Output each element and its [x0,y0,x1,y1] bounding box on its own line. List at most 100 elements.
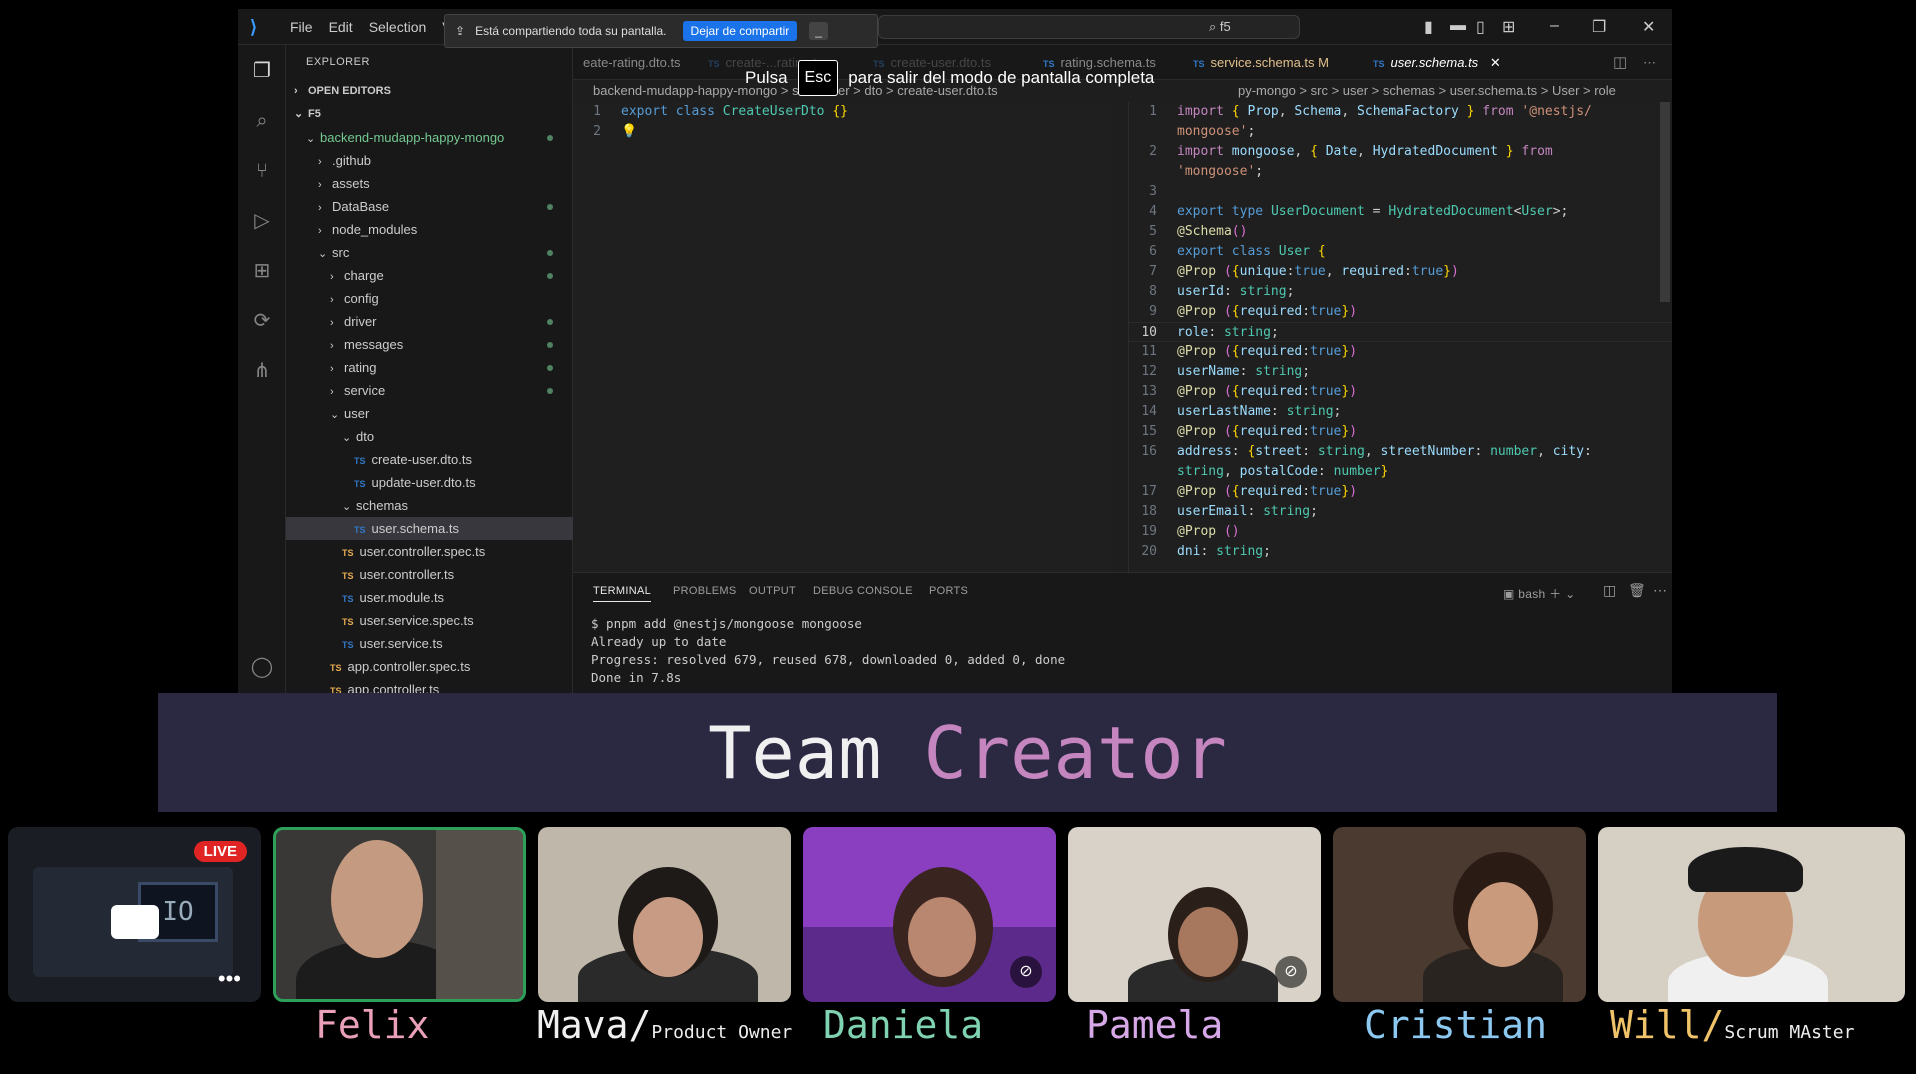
menu-file[interactable]: File [282,19,321,35]
tab-problems[interactable]: PROBLEMS [673,585,737,597]
editor-pane-left[interactable]: 1 export class CreateUserDto {} 2 💡 [573,102,1113,572]
trash-icon[interactable]: 🗑 [1628,582,1646,599]
tree-item[interactable]: › assets [286,172,573,195]
hide-bar-button[interactable]: _ [809,22,828,40]
background [436,830,523,999]
tree-item[interactable]: › config [286,287,573,310]
tree-item[interactable]: › DataBase [286,195,573,218]
modified-dot-icon [547,365,553,371]
tree-item-label: app.controller.spec.ts [347,659,471,674]
tab-debug-console[interactable]: DEBUG CONSOLE [813,585,913,597]
tree-item[interactable]: TS user.module.ts [286,586,573,609]
menu-selection[interactable]: Selection [361,19,435,35]
editor-pane-right[interactable]: 1 import { Prop, Schema, SchemaFactory } … [1128,102,1672,572]
tree-item-label: DataBase [332,199,390,214]
chevron-right-icon: › [330,271,334,283]
remote-icon[interactable]: ⟳ [250,309,274,333]
name-text: Felix [315,1003,430,1047]
tree-item[interactable]: ⌄ src [286,241,573,264]
participant-tile-pamela[interactable]: ⊘ [1068,827,1321,1002]
tab-close-icon[interactable]: ✕ [1490,55,1501,70]
menu-edit[interactable]: Edit [321,19,361,35]
more-options-icon[interactable]: ••• [218,966,241,992]
editor-scrollbar[interactable] [1660,102,1670,302]
shell-selector[interactable]: ▣ bash ＋ ⌄ [1503,585,1575,602]
tree-item[interactable]: TS update-user.dto.ts [286,471,573,494]
open-editors-section[interactable]: › OPEN EDITORS [286,80,573,103]
tree-item[interactable]: ⌄ backend-mudapp-happy-mongo [286,126,573,149]
tree-item[interactable]: ⌄ dto [286,425,573,448]
name-text: Cristian [1364,1003,1548,1047]
tab-user-schema[interactable]: TS user.schema.ts ✕ [1373,45,1501,80]
tree-item[interactable]: TS user.service.ts [286,632,573,655]
tab-label: eate-rating.dto.ts [583,55,681,70]
participant-tile-mava[interactable] [538,827,791,1002]
chevron-right-icon: › [330,340,334,352]
breadcrumb-right[interactable]: py-mongo > src > user > schemas > user.s… [1238,80,1658,102]
explorer-icon[interactable]: ❐ [250,59,274,83]
line-number: 2 [593,124,601,139]
tree-item[interactable]: › driver [286,310,573,333]
tab-ports[interactable]: PORTS [929,585,968,597]
command-center-search[interactable]: ⌕ f5 [878,15,1300,39]
typescript-file-icon: TS [342,571,354,581]
code-line: 9 @Prop ({required:true}) [1149,304,1358,319]
participant-tile-will[interactable] [1598,827,1905,1002]
tree-item-label: charge [344,268,384,283]
notice-pre: Pulsa [745,68,788,87]
participant-tile-daniela[interactable]: ⊘ [803,827,1056,1002]
tree-item[interactable]: ⌄ user [286,402,573,425]
tree-item[interactable]: TS user.controller.spec.ts [286,540,573,563]
tree-item[interactable]: › rating [286,356,573,379]
search-icon[interactable]: ⌕ [250,109,274,133]
chevron-right-icon: › [330,386,334,398]
customize-layout-icon[interactable]: ⊞ [1502,17,1515,37]
tab-create-rating-dto[interactable]: eate-rating.dto.ts [583,45,681,80]
tree-item-label: dto [356,429,375,444]
person-face [1178,907,1238,977]
stop-sharing-button[interactable]: Dejar de compartir [682,21,798,41]
tab-output[interactable]: OUTPUT [749,585,796,597]
account-icon[interactable]: ◯ [250,655,274,679]
source-control-icon[interactable]: ⑂ [250,159,274,183]
name-text: Mava/ [537,1003,652,1047]
participant-tile-felix[interactable] [273,827,526,1002]
tree-item[interactable]: › service [286,379,573,402]
tree-item[interactable]: › .github [286,149,573,172]
tab-terminal[interactable]: TERMINAL [593,585,652,602]
chevron-down-icon: ⌄ [342,501,352,513]
participant-tile-cristian[interactable] [1333,827,1586,1002]
tree-item[interactable]: TS app.controller.spec.ts [286,655,573,678]
tree-item[interactable]: › node_modules [286,218,573,241]
code-line: 15 @Prop ({required:true}) [1141,424,1358,439]
tree-item-label: rating [344,360,377,375]
live-badge: LIVE [193,841,247,862]
split-terminal-icon[interactable]: ◫ [1603,582,1617,599]
tree-item[interactable]: ⌄ schemas [286,494,573,517]
tree-item[interactable]: › messages [286,333,573,356]
layout-secondary-icon[interactable]: ▯ [1476,17,1485,37]
chevron-right-icon: › [330,294,334,306]
tree-item[interactable]: TS user.service.spec.ts [286,609,573,632]
code-line: mongoose'; [1177,124,1256,139]
tab-service-schema[interactable]: TS service.schema.ts M [1193,45,1329,80]
tree-item[interactable]: TS user.controller.ts [286,563,573,586]
maximize-icon[interactable]: ❐ [1592,17,1606,37]
tree-item[interactable]: TS app.controller.ts [286,678,573,693]
run-debug-icon[interactable]: ▷ [250,209,274,233]
workspace-root[interactable]: ⌄ F5 [286,103,573,126]
lightbulb-icon[interactable]: 💡 [621,124,637,139]
layout-sidebar-icon[interactable]: ▮ [1424,17,1433,37]
git-graph-icon[interactable]: ⋔ [250,359,274,383]
extensions-icon[interactable]: ⊞ [250,259,274,283]
minimize-icon[interactable]: – [1550,17,1559,35]
tree-item[interactable]: › charge [286,264,573,287]
tree-item[interactable]: TS user.schema.ts [286,517,573,540]
layout-panel-icon[interactable]: ▬ [1450,17,1466,35]
tree-item[interactable]: TS create-user.dto.ts [286,448,573,471]
split-editor-icon[interactable]: ◫ [1613,45,1627,80]
more-icon[interactable]: ⋯ [1653,582,1667,599]
self-camera-tile[interactable]: IO LIVE ••• [8,827,261,1002]
close-icon[interactable]: ✕ [1642,17,1655,37]
more-actions-icon[interactable]: ⋯ [1643,45,1656,80]
